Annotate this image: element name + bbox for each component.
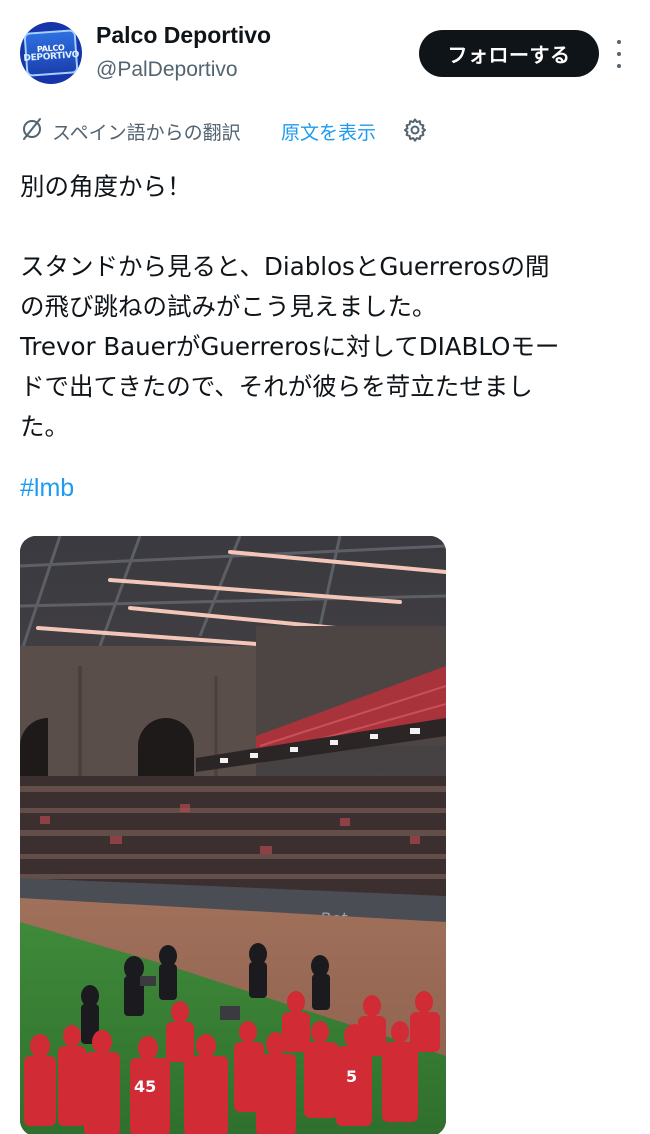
post-page: PALCO DEPORTIVO Palco Deportivo @PalDepo… — [0, 0, 650, 1134]
more-vertical-icon[interactable] — [612, 40, 626, 68]
post-text-line: スタンドから見ると、DiablosとGuerrerosの間 — [20, 252, 550, 281]
translate-icon — [23, 118, 41, 140]
avatar-logo-line2: DEPORTIVO — [23, 49, 80, 64]
post-text-line: ドで出てきたので、それが彼らを苛立たせまし — [20, 372, 533, 401]
show-original-link[interactable]: 原文を表示 — [281, 118, 376, 145]
user-handle[interactable]: @PalDeportivo — [96, 58, 238, 82]
gear-icon[interactable] — [402, 117, 428, 143]
translation-bar: スペイン語からの翻訳 原文を表示 — [20, 116, 630, 146]
post-text-line: た。 — [20, 412, 69, 441]
more-dot — [617, 64, 621, 68]
post-header: PALCO DEPORTIVO Palco Deportivo @PalDepo… — [0, 0, 650, 100]
stadium-scene-image: Bet — [20, 536, 446, 1134]
post-media-video[interactable]: Bet — [20, 536, 446, 1134]
jersey-number: 45 — [134, 1077, 156, 1096]
hashtag-link[interactable]: #lmb — [20, 474, 74, 503]
display-name[interactable]: Palco Deportivo — [96, 22, 271, 49]
avatar-logo: PALCO DEPORTIVO — [23, 29, 80, 77]
post-text-line: Trevor BauerがGuerrerosに対してDIABLOモー — [20, 332, 560, 361]
post-text: 別の角度から！ スタンドから見ると、DiablosとGuerrerosの間 の飛… — [20, 167, 630, 447]
more-dot — [617, 52, 621, 56]
follow-button[interactable]: フォローする — [419, 30, 599, 77]
more-dot — [617, 40, 621, 44]
jersey-number: 5 — [346, 1067, 357, 1086]
avatar[interactable]: PALCO DEPORTIVO — [20, 22, 82, 84]
post-text-line: 別の角度から！ — [20, 172, 192, 201]
post-text-line: の飛び跳ねの試みがこう見えました。 — [20, 292, 437, 321]
translated-from-label: スペイン語からの翻訳 — [52, 122, 241, 144]
